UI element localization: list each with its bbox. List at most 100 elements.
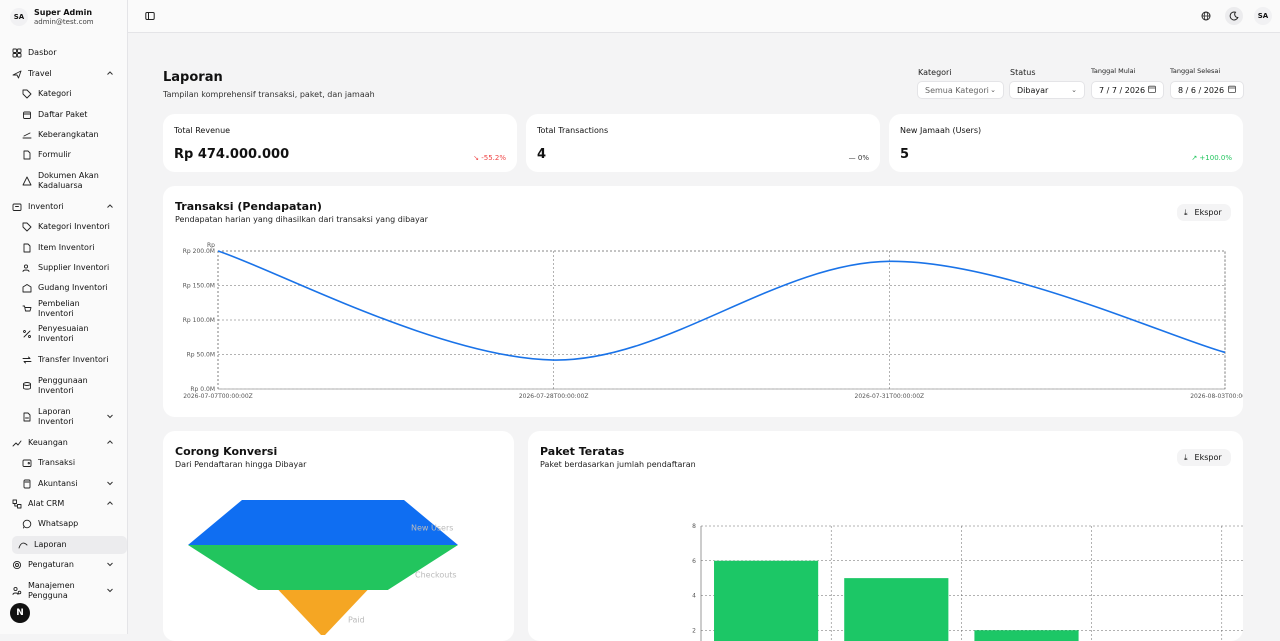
usage-icon — [22, 381, 32, 391]
sidebar-item-penggunaan-inventori[interactable]: Penggunaan Inventori — [0, 375, 127, 397]
sidebar-item-keberangkatan[interactable]: Keberangkatan — [0, 129, 127, 141]
user-email: admin@test.com — [34, 18, 94, 27]
kpi-delta: — 0% — [849, 154, 869, 162]
category-filter-label: Kategori — [918, 68, 952, 77]
category-select[interactable]: Semua Kategori ⌄ — [917, 81, 1004, 99]
plot-frame — [218, 251, 1225, 389]
sidebar-item-dokumen-akan-kadaluarsa[interactable]: Dokumen Akan Kadaluarsa — [0, 170, 127, 192]
kpi-card-total-transactions: Total Transactions 4 — 0% — [526, 114, 880, 172]
sidebar-item-inventori[interactable]: Inventori — [0, 201, 127, 213]
start-date-input[interactable]: 7 / 7 / 2026 — [1091, 81, 1164, 99]
bar — [714, 561, 818, 641]
sidebar-item-penyesuaian-inventori[interactable]: Penyesuaian Inventori — [0, 323, 127, 345]
sidebar: SA Super Admin admin@test.com Dasbor Trav… — [0, 0, 128, 634]
calculator-icon — [22, 479, 32, 489]
chevron-up-icon[interactable] — [106, 499, 114, 509]
kpi-delta: ↘ -55.2% — [473, 154, 506, 162]
sidebar-item-label: Pembelian Inventori — [38, 299, 117, 319]
warning-icon — [22, 176, 32, 186]
status-select[interactable]: Dibayar ⌄ — [1009, 81, 1085, 99]
user-name: Super Admin — [34, 8, 94, 18]
sidebar-item-akuntansi[interactable]: Akuntansi — [0, 478, 127, 490]
sidebar-item-keuangan[interactable]: Keuangan — [0, 437, 127, 449]
chevron-down-icon[interactable] — [106, 479, 114, 489]
topbar: SA — [128, 0, 1280, 33]
sidebar-item-laporan-inventori[interactable]: Laporan Inventori — [0, 406, 127, 428]
x-tick-label: 2026-07-31T00:00:00Z — [855, 393, 925, 400]
sidebar-item-laporan[interactable]: Laporan — [12, 536, 127, 554]
sidebar-toggle-icon[interactable] — [142, 8, 158, 24]
adjust-icon — [22, 329, 32, 339]
language-globe-icon[interactable] — [1198, 8, 1214, 24]
sidebar-item-label: Penggunaan Inventori — [38, 376, 106, 396]
y-tick-label: 4 — [692, 593, 696, 600]
sidebar-item-gudang-inventori[interactable]: Gudang Inventori — [0, 282, 127, 294]
sidebar-item-label: Laporan — [34, 540, 67, 550]
y-tick-label: 8 — [692, 523, 696, 530]
transfer-icon — [22, 355, 32, 365]
sidebar-item-supplier-inventori[interactable]: Supplier Inventori — [0, 262, 127, 274]
end-date-label: Tanggal Selesai — [1170, 67, 1220, 75]
sidebar-item-item-inventori[interactable]: Item Inventori — [0, 242, 127, 254]
app-logo[interactable]: N — [10, 603, 30, 623]
sidebar-item-label: Kategori — [38, 89, 72, 99]
end-date-input[interactable]: 8 / 6 / 2026 — [1170, 81, 1244, 99]
sidebar-item-whatsapp[interactable]: Whatsapp — [0, 518, 127, 530]
y-tick-prefix: Rp — [207, 242, 215, 249]
sidebar-item-label: Alat CRM — [28, 499, 64, 509]
sidebar-item-label: Formulir — [38, 150, 71, 160]
x-tick-label: 2026-07-07T00:00:00Z — [183, 393, 253, 400]
chevron-down-icon: ⌄ — [1071, 86, 1077, 94]
sidebar-item-daftar-paket[interactable]: Daftar Paket — [0, 109, 127, 121]
file-icon — [22, 243, 32, 253]
users-icon — [22, 263, 32, 273]
tag-icon — [22, 89, 32, 99]
kpi-card-new-jamaah: New Jamaah (Users) 5 ↗ +100.0% — [889, 114, 1243, 172]
sidebar-item-formulir[interactable]: Formulir — [0, 149, 127, 161]
calendar-icon — [1148, 85, 1156, 95]
conversion-funnel-chart: New UsersCheckoutsPaid — [163, 431, 514, 641]
sidebar-item-pembelian-inventori[interactable]: Pembelian Inventori — [0, 303, 127, 315]
kpi-value: 4 — [537, 147, 546, 162]
funnel-label: New Users — [411, 524, 453, 533]
funnel-chart-card: Corong Konversi Dari Pendaftaran hingga … — [163, 431, 514, 641]
chevron-up-icon[interactable] — [106, 202, 114, 212]
funnel-label: Paid — [348, 616, 365, 625]
funnel-segment — [188, 545, 458, 590]
start-date-label: Tanggal Mulai — [1091, 67, 1135, 75]
sidebar-item-transaksi[interactable]: Transaksi — [0, 457, 127, 469]
sidebar-item-kategori[interactable]: Kategori — [0, 88, 127, 100]
user-profile[interactable]: SA Super Admin admin@test.com — [0, 0, 127, 34]
kpi-label: Total Revenue — [174, 126, 230, 135]
chevron-down-icon[interactable] — [106, 586, 114, 596]
sidebar-item-label: Inventori — [28, 202, 64, 212]
whatsapp-icon — [22, 519, 32, 529]
chart-icon — [18, 540, 28, 550]
theme-toggle-icon[interactable] — [1225, 7, 1243, 25]
sidebar-item-kategori-inventori[interactable]: Kategori Inventori — [0, 221, 127, 233]
chevron-down-icon[interactable] — [106, 560, 114, 570]
sidebar-item-dasbor[interactable]: Dasbor — [0, 47, 127, 59]
chevron-up-icon[interactable] — [106, 69, 114, 79]
gear-icon — [12, 560, 22, 570]
report-icon — [22, 412, 32, 422]
sidebar-item-manajemen-pengguna[interactable]: Manajemen Pengguna — [0, 580, 127, 602]
sidebar-item-label: Laporan Inventori — [38, 407, 106, 427]
sidebar-item-label: Transfer Inventori — [38, 355, 108, 365]
kpi-value: Rp 474.000.000 — [174, 147, 289, 162]
sidebar-item-travel[interactable]: Travel — [0, 68, 127, 80]
departure-icon — [22, 130, 32, 140]
crm-icon — [12, 499, 22, 509]
sidebar-item-label: Penyesuaian Inventori — [38, 324, 106, 344]
sidebar-item-label: Item Inventori — [38, 243, 94, 253]
kpi-delta: ↗ +100.0% — [1191, 154, 1232, 162]
sidebar-item-pengaturan[interactable]: Pengaturan — [0, 559, 127, 571]
chevron-down-icon[interactable] — [106, 412, 114, 422]
sidebar-item-transfer-inventori[interactable]: Transfer Inventori — [0, 354, 127, 366]
sidebar-item-label: Keuangan — [28, 438, 68, 448]
chevron-up-icon[interactable] — [106, 438, 114, 448]
user-avatar-button[interactable]: SA — [1254, 7, 1272, 25]
sidebar-item-label: Keberangkatan — [38, 130, 99, 140]
sidebar-item-label: Whatsapp — [38, 519, 78, 529]
sidebar-item-alat-crm[interactable]: Alat CRM — [0, 498, 127, 510]
